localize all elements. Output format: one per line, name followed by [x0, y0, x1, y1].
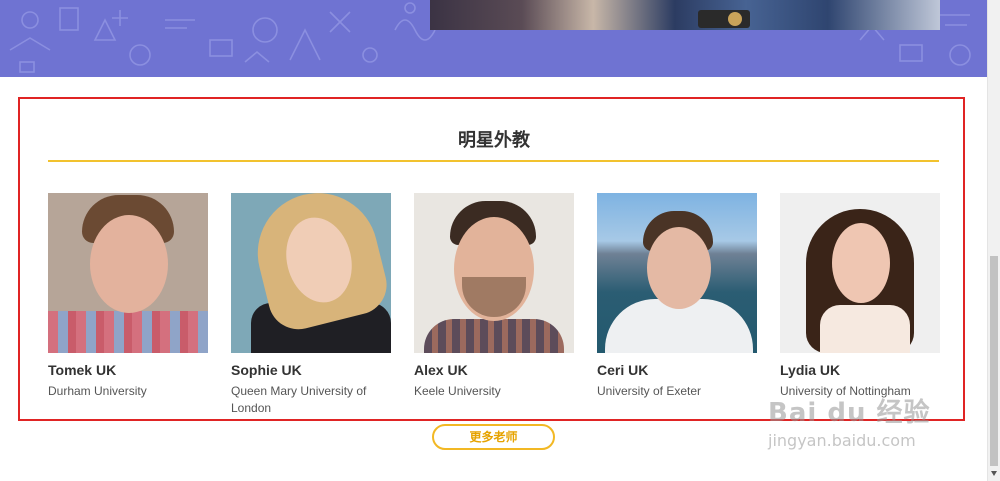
- teacher-photo[interactable]: [597, 193, 757, 353]
- teacher-school: Durham University: [48, 384, 147, 398]
- teacher-school: University of Exeter: [597, 384, 702, 398]
- teacher-card[interactable]: Tomek UK Durham University: [48, 193, 208, 400]
- scrollbar-thumb[interactable]: [990, 256, 998, 466]
- teacher-name[interactable]: Sophie UK: [231, 362, 391, 378]
- wristwatch-image: [698, 10, 750, 28]
- top-banner: [0, 0, 988, 77]
- baidu-watermark: Bai du 经验 jingyan.baidu.com: [768, 392, 968, 462]
- teacher-photo[interactable]: [48, 193, 208, 353]
- teacher-name[interactable]: Alex UK: [414, 362, 574, 378]
- teacher-photo[interactable]: [231, 193, 391, 353]
- teacher-card[interactable]: Alex UK Keele University: [414, 193, 574, 400]
- watermark-url: jingyan.baidu.com: [768, 431, 916, 450]
- teacher-name[interactable]: Lydia UK: [780, 362, 940, 378]
- teacher-name[interactable]: Ceri UK: [597, 362, 757, 378]
- teacher-school: Queen Mary University of London: [231, 384, 367, 415]
- teacher-school: Keele University: [414, 384, 501, 398]
- teacher-school: University of Nottingham: [780, 384, 911, 398]
- banner-photo: [430, 0, 940, 30]
- section-title: 明星外教: [458, 130, 530, 150]
- teacher-photo[interactable]: [780, 193, 940, 353]
- vertical-scrollbar[interactable]: [987, 0, 1000, 481]
- teacher-name[interactable]: Tomek UK: [48, 362, 208, 378]
- title-underline: [48, 160, 939, 162]
- more-teachers-button[interactable]: 更多老师: [432, 424, 555, 450]
- teacher-photo[interactable]: [414, 193, 574, 353]
- teacher-card[interactable]: Ceri UK University of Exeter: [597, 193, 757, 400]
- teacher-card[interactable]: Sophie UK Queen Mary University of Londo…: [231, 193, 391, 417]
- teacher-card[interactable]: Lydia UK University of Nottingham: [780, 193, 940, 400]
- scroll-down-arrow-icon[interactable]: [988, 467, 1000, 481]
